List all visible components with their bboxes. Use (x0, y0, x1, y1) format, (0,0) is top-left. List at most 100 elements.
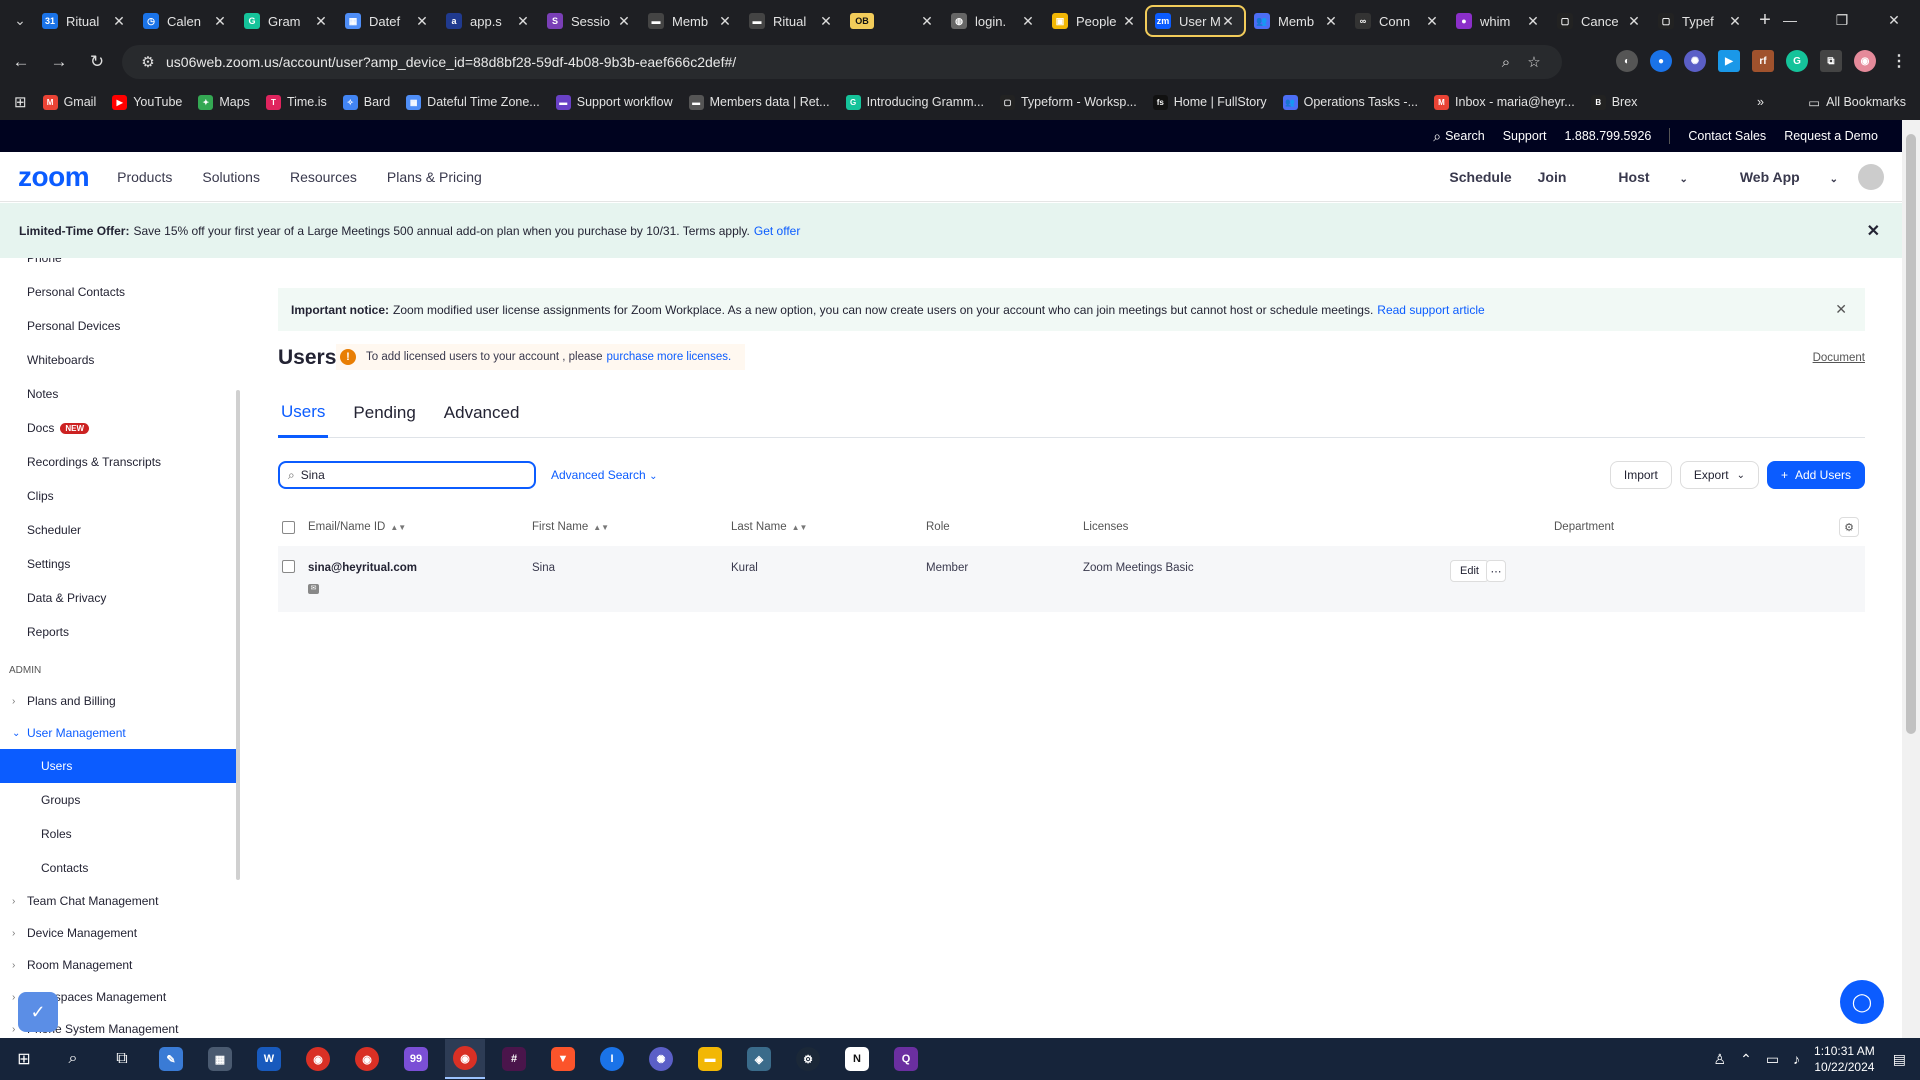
back-arrow-icon[interactable]: ← (4, 45, 38, 79)
read-support-link[interactable]: Read support article (1377, 303, 1484, 317)
bookmark-item[interactable]: M Gmail (42, 94, 96, 110)
scrollbar-thumb[interactable] (1906, 134, 1916, 734)
search-value[interactable]: Sina (301, 468, 325, 482)
search-icon[interactable]: ⌕ (1433, 128, 1441, 145)
sidebar-item-reports[interactable]: Reports (0, 615, 236, 649)
sidebar-plans-billing[interactable]: › Plans and Billing (0, 685, 236, 717)
app-icon[interactable]: ◈ (739, 1039, 779, 1079)
close-icon[interactable]: ✕ (1835, 301, 1847, 318)
edit-button[interactable]: Edit (1450, 560, 1489, 582)
bookmark-item[interactable]: ✦ Maps (198, 94, 250, 110)
taskbar-search-icon[interactable]: ⌕ (53, 1039, 93, 1079)
tab-search-chevron-icon[interactable]: ⌄ (6, 6, 34, 34)
windows-start-icon[interactable]: ⊞ (4, 1039, 44, 1079)
tab-close-icon[interactable]: ✕ (1323, 13, 1339, 30)
sidebar-item-recordings-transcripts[interactable]: Recordings & Transcripts (0, 445, 236, 479)
browser-tab[interactable]: ▬ Memb ✕ (640, 5, 741, 37)
tab-advanced[interactable]: Advanced (441, 388, 523, 438)
sidebar-item-roles[interactable]: Roles (0, 817, 236, 851)
tab-close-icon[interactable]: ✕ (818, 13, 834, 30)
bookmark-item[interactable]: ✧ Bard (342, 94, 390, 110)
shield-check-icon[interactable]: ✓ (18, 992, 58, 1032)
sidebar-group[interactable]: › Room Management (0, 949, 236, 981)
tab-users[interactable]: Users (278, 388, 329, 438)
chrome-active-icon[interactable]: ◉ (445, 1039, 485, 1079)
page-scrollbar[interactable] (1902, 120, 1920, 1038)
menu-resources[interactable]: Resources (290, 169, 357, 185)
profile-avatar-icon[interactable]: ◉ (1854, 50, 1876, 72)
volume-icon[interactable]: ♪ (1793, 1051, 1800, 1067)
schedule-link[interactable]: Schedule (1449, 169, 1511, 185)
join-link[interactable]: Join (1538, 169, 1567, 185)
advanced-search-dropdown[interactable]: Advanced Search ⌄ (551, 468, 657, 482)
chrome-icon[interactable]: ◉ (347, 1039, 387, 1079)
forward-arrow-icon[interactable]: → (42, 45, 76, 79)
onepassword-icon[interactable]: I (592, 1039, 632, 1079)
word-icon[interactable]: W (249, 1039, 289, 1079)
browser-tab[interactable]: OB ✕ (842, 5, 943, 37)
close-icon[interactable]: ✕ (1867, 221, 1880, 241)
sidebar-group[interactable]: › Team Chat Management (0, 885, 236, 917)
host-dropdown[interactable]: Host ⌄ (1592, 169, 1687, 185)
browser-tab[interactable]: ◍ login. ✕ (943, 5, 1044, 37)
sidebar-item-groups[interactable]: Groups (0, 783, 236, 817)
sidebar-item-docs[interactable]: Docs NEW (0, 411, 236, 445)
steam-icon[interactable]: ⚙ (788, 1039, 828, 1079)
notion-icon[interactable]: N (837, 1039, 877, 1079)
top-contact-sales-link[interactable]: Contact Sales (1688, 129, 1766, 143)
extension-icon-5[interactable]: rf (1752, 50, 1774, 72)
bookmark-item[interactable]: 👥 Operations Tasks -... (1282, 94, 1418, 110)
webapp-dropdown[interactable]: Web App ⌄ (1714, 169, 1838, 185)
all-bookmarks[interactable]: ▭ All Bookmarks (1808, 84, 1906, 120)
browser-tab[interactable]: ∞ Conn ✕ (1347, 5, 1448, 37)
network-icon[interactable]: ▭ (1766, 1051, 1779, 1068)
app-icon[interactable]: 99 (396, 1039, 436, 1079)
tab-close-icon[interactable]: ✕ (313, 13, 329, 30)
search-input[interactable]: ⌕ Sina (278, 461, 536, 489)
sidebar-item-scheduler[interactable]: Scheduler (0, 513, 236, 547)
site-info-icon[interactable]: ⚙ (134, 53, 162, 71)
minimize-icon[interactable]: — (1764, 0, 1816, 40)
browser-tab[interactable]: 👥 Memb ✕ (1246, 5, 1347, 37)
sidebar-user-management[interactable]: ⌄ User Management (0, 717, 236, 749)
bookmark-item[interactable]: M Inbox - maria@heyr... (1434, 94, 1575, 110)
col-last-name[interactable]: Last Name ▲▼ (731, 521, 807, 533)
sidebar-item-notes[interactable]: Notes (0, 377, 236, 411)
menu-products[interactable]: Products (117, 169, 172, 185)
more-bookmarks-chevron-icon[interactable]: » (1757, 95, 1764, 109)
sidebar-item-contacts[interactable]: Contacts (0, 851, 236, 885)
sidebar-item-personal-contacts[interactable]: Personal Contacts (0, 275, 236, 309)
extension-icon-3[interactable]: ✺ (1684, 50, 1706, 72)
browser-tab[interactable]: G Gram ✕ (236, 5, 337, 37)
close-window-icon[interactable]: ✕ (1868, 0, 1920, 40)
person-icon[interactable]: ♙ (1714, 1051, 1727, 1068)
apps-grid-icon[interactable]: ⊞ (14, 93, 27, 111)
bookmark-item[interactable]: ▦ Dateful Time Zone... (406, 94, 540, 110)
top-support-link[interactable]: Support (1503, 129, 1547, 143)
browser-tab[interactable]: ● whim ✕ (1448, 5, 1549, 37)
sidebar-item-data-privacy[interactable]: Data & Privacy (0, 581, 236, 615)
user-email[interactable]: sina@heyritual.com (308, 562, 417, 574)
browser-tab[interactable]: ▢ Cance ✕ (1549, 5, 1650, 37)
zoom-logo[interactable]: zoom (18, 161, 90, 193)
browser-tab[interactable]: zm User M ✕ (1145, 5, 1246, 37)
reload-icon[interactable]: ↻ (80, 45, 114, 79)
tab-close-icon[interactable]: ✕ (1121, 13, 1137, 30)
purchase-licenses-link[interactable]: purchase more licenses. (607, 351, 732, 363)
sidebar-item-clips[interactable]: Clips (0, 479, 236, 513)
bookmark-item[interactable]: ▬ Members data | Ret... (688, 94, 830, 110)
import-button[interactable]: Import (1609, 461, 1672, 489)
tab-close-icon[interactable]: ✕ (212, 13, 228, 30)
chevron-up-icon[interactable]: ⌃ (1740, 1051, 1752, 1068)
tab-close-icon[interactable]: ✕ (616, 13, 632, 30)
browser-tab[interactable]: S Sessio ✕ (539, 5, 640, 37)
tab-close-icon[interactable]: ✕ (515, 13, 531, 30)
grammarly-icon[interactable]: G (1786, 50, 1808, 72)
tab-close-icon[interactable]: ✕ (111, 13, 127, 30)
select-all-checkbox[interactable] (282, 520, 295, 534)
tab-close-icon[interactable]: ✕ (1020, 13, 1036, 30)
tab-close-icon[interactable]: ✕ (1424, 13, 1440, 30)
document-link[interactable]: Document (1813, 352, 1865, 364)
sidebar-group[interactable]: › Device Management (0, 917, 236, 949)
tab-close-icon[interactable]: ✕ (717, 13, 733, 30)
